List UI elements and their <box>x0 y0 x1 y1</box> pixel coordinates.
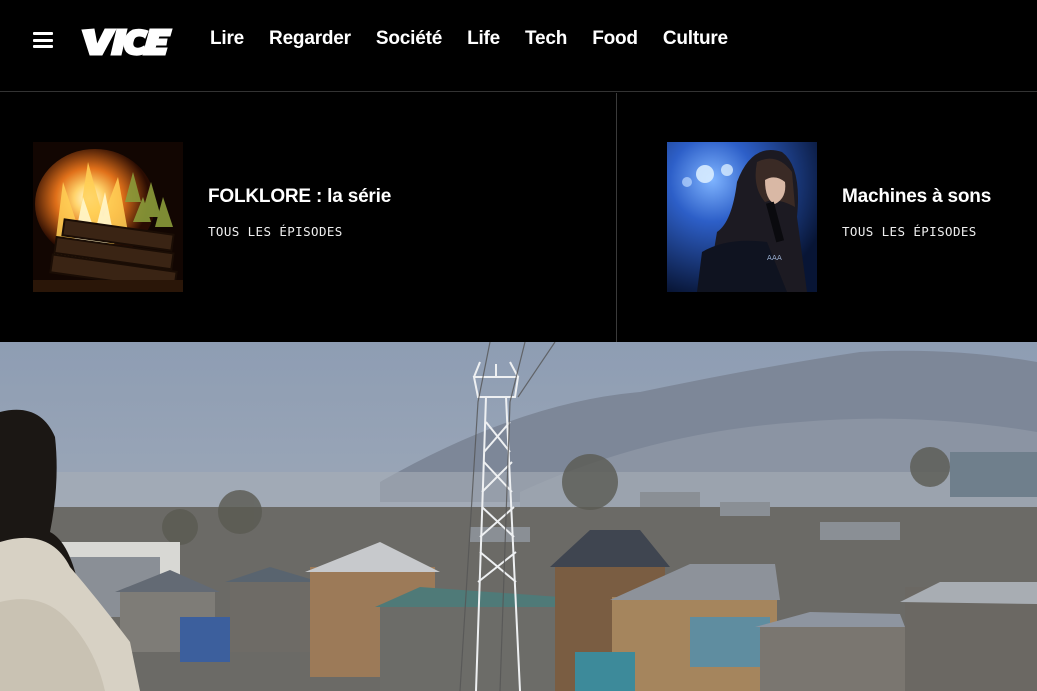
series-band: FOLKLORE : la série TOUS LES ÉPISODES AA… <box>0 93 1037 342</box>
nav-lire[interactable]: Lire <box>210 28 244 50</box>
nav-societe[interactable]: Société <box>376 28 442 50</box>
nav-regarder[interactable]: Regarder <box>269 28 351 50</box>
nav-food[interactable]: Food <box>592 28 638 50</box>
series-title[interactable]: Machines à sons <box>842 186 991 208</box>
vice-logo[interactable] <box>78 25 174 59</box>
svg-text:AAA: AAA <box>767 254 782 262</box>
singer-thumbnail[interactable]: AAA <box>667 142 817 292</box>
nav-life[interactable]: Life <box>467 28 500 50</box>
all-episodes-link[interactable]: TOUS LES ÉPISODES <box>842 224 991 239</box>
all-episodes-link[interactable]: TOUS LES ÉPISODES <box>208 224 391 239</box>
nav-culture[interactable]: Culture <box>663 28 728 50</box>
divider <box>616 93 617 342</box>
bonfire-thumbnail[interactable] <box>33 142 183 292</box>
series-card-folklore[interactable]: FOLKLORE : la série TOUS LES ÉPISODES <box>33 142 391 292</box>
hamburger-menu-icon[interactable] <box>33 32 53 48</box>
main-nav: Lire Regarder Société Life Tech Food Cul… <box>210 28 753 50</box>
kashmir-town-cable-car-photo[interactable] <box>0 342 1037 691</box>
site-header: Lire Regarder Société Life Tech Food Cul… <box>0 0 1037 92</box>
series-title[interactable]: FOLKLORE : la série <box>208 186 391 208</box>
series-card-machines[interactable]: AAA Machines à sons TOUS LES ÉPISODES <box>667 142 991 292</box>
series-info: Machines à sons TOUS LES ÉPISODES <box>842 142 991 292</box>
series-info: FOLKLORE : la série TOUS LES ÉPISODES <box>208 142 391 292</box>
nav-tech[interactable]: Tech <box>525 28 567 50</box>
